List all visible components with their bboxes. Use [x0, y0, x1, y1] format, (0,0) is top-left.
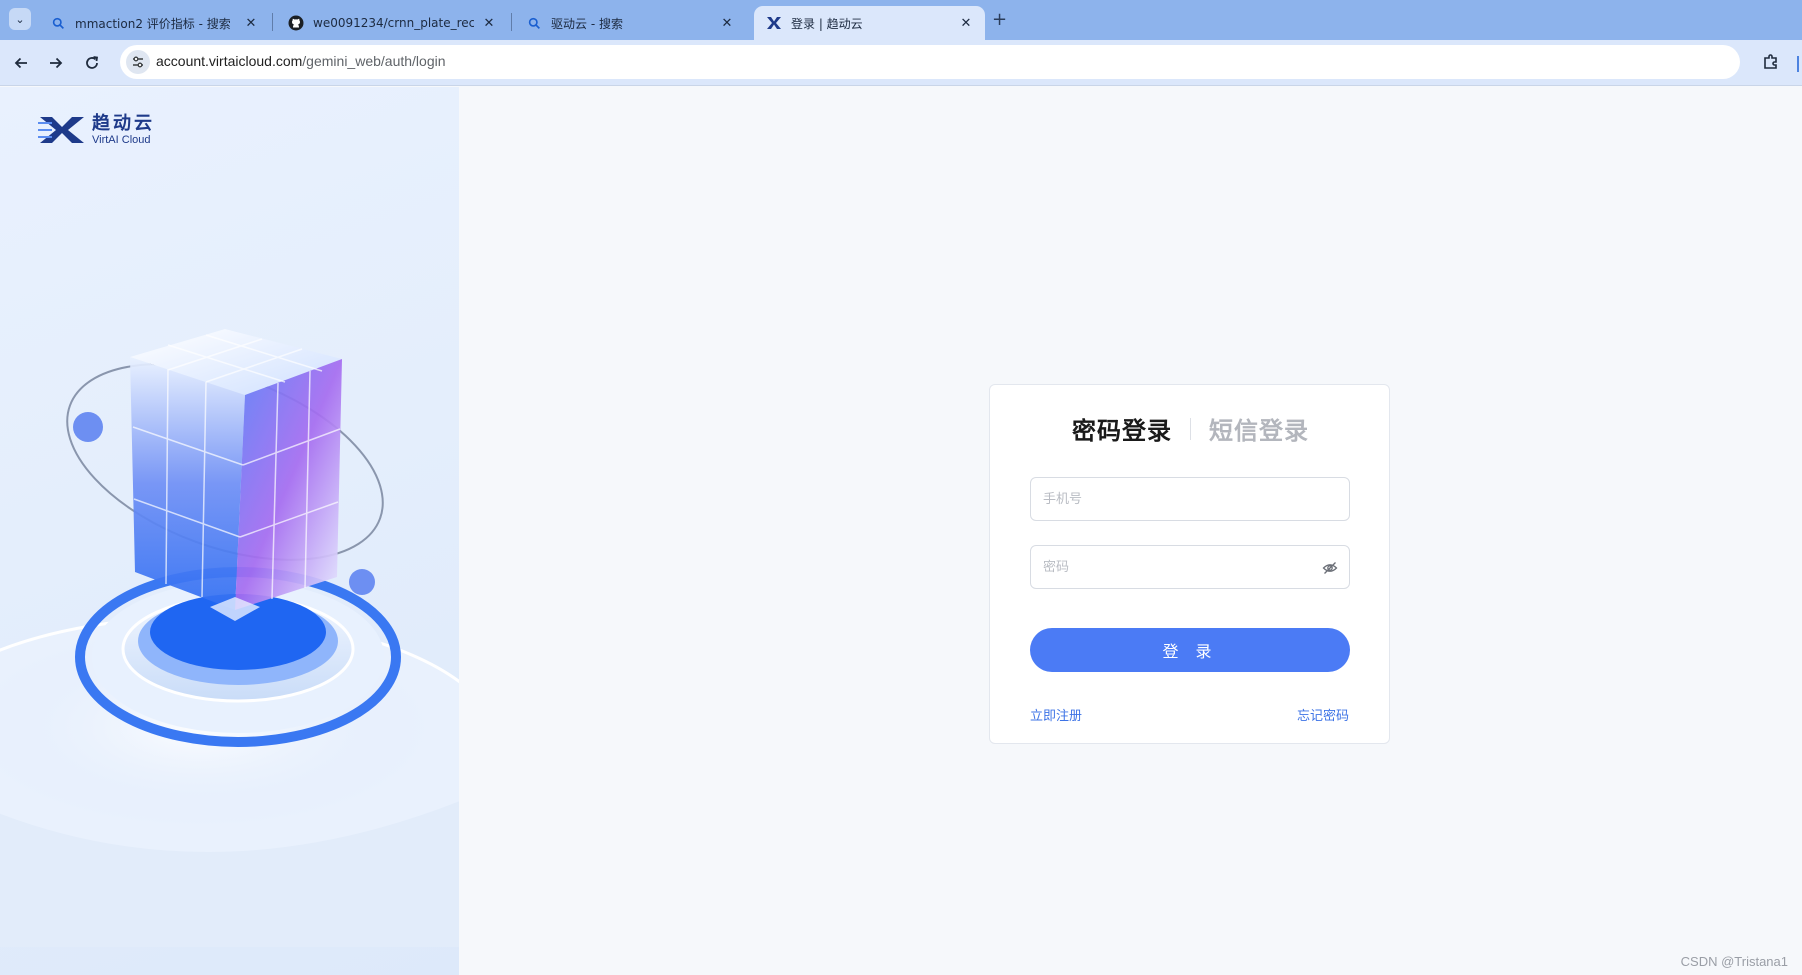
- login-tabs: 密码登录 短信登录: [990, 411, 1391, 446]
- close-icon[interactable]: ✕: [480, 14, 498, 32]
- tab-title: 登录 | 趋动云: [791, 16, 863, 31]
- close-icon[interactable]: ✕: [242, 14, 260, 32]
- url-path: /gemini_web/auth/login: [302, 53, 446, 69]
- tab-divider: [272, 13, 273, 31]
- brand-name-en: VirtAI Cloud: [92, 133, 151, 146]
- tab-title: mmaction2 评价指标 - 搜索: [75, 16, 231, 31]
- forgot-password-link[interactable]: 忘记密码: [1297, 705, 1349, 724]
- tab-mmaction2-search[interactable]: mmaction2 评价指标 - 搜索 ✕: [38, 6, 270, 40]
- tab-sms-login[interactable]: 短信登录: [1209, 411, 1309, 446]
- tab-title: we0091234/crnn_plate_recog: [313, 16, 474, 30]
- phone-input[interactable]: [1031, 478, 1349, 520]
- eye-off-icon[interactable]: [1321, 559, 1339, 577]
- login-page: 趋动云 VirtAI Cloud 密码登录 短信登录 手机号 登 录 立即注册 …: [0, 87, 1802, 975]
- extensions-button[interactable]: [1760, 51, 1782, 73]
- search-icon: [50, 15, 66, 31]
- browser-tabstrip: ⌄ mmaction2 评价指标 - 搜索 ✕ we0091234/crnn_p…: [0, 0, 1802, 40]
- close-icon[interactable]: ✕: [718, 14, 736, 32]
- browser-toolbar: account.virtaicloud.com/gemini_web/auth/…: [0, 40, 1802, 86]
- reload-icon: [86, 56, 99, 69]
- tab-github-repo[interactable]: we0091234/crnn_plate_recog ✕: [276, 6, 508, 40]
- puzzle-icon: [1764, 54, 1777, 69]
- profile-edge: [1797, 56, 1799, 72]
- tab-qudongyun-search[interactable]: 驱动云 - 搜索 ✕: [514, 6, 746, 40]
- arrow-right-icon: [50, 57, 63, 69]
- arrow-left-icon: [14, 57, 27, 69]
- password-input[interactable]: [1031, 546, 1349, 588]
- tab-password-login[interactable]: 密码登录: [1072, 411, 1172, 446]
- search-icon: [526, 15, 542, 31]
- url-text[interactable]: account.virtaicloud.com/gemini_web/auth/…: [156, 53, 446, 69]
- site-info-button[interactable]: [126, 50, 150, 74]
- tab-divider: [511, 13, 512, 31]
- login-button[interactable]: 登 录: [1030, 628, 1350, 672]
- reload-button[interactable]: [80, 51, 104, 75]
- tab-search-button[interactable]: ⌄: [9, 8, 31, 30]
- csdn-watermark: CSDN @Tristana1: [1680, 954, 1788, 969]
- chevron-down-icon: ⌄: [15, 12, 25, 26]
- hero-cube-illustration: [0, 329, 459, 947]
- github-icon: [288, 15, 304, 31]
- phone-field: [1030, 477, 1350, 521]
- forward-button[interactable]: [44, 51, 68, 75]
- login-tab-divider: [1190, 417, 1191, 440]
- virtai-logo-icon: [38, 117, 84, 143]
- tab-login-virtai[interactable]: 登录 | 趋动云 ✕: [754, 6, 985, 40]
- back-button[interactable]: [9, 51, 33, 75]
- new-tab-button[interactable]: +: [992, 9, 1007, 30]
- brand-name-cn: 趋动云: [92, 112, 155, 134]
- tune-icon: [133, 56, 143, 68]
- virtai-logo-icon: [766, 15, 782, 31]
- brand-panel: 趋动云 VirtAI Cloud: [0, 87, 459, 975]
- tab-title: 驱动云 - 搜索: [551, 16, 623, 31]
- password-field: [1030, 545, 1350, 589]
- brand-logo[interactable]: 趋动云 VirtAI Cloud: [38, 113, 155, 147]
- login-card: 密码登录 短信登录 登 录 立即注册 忘记密码: [989, 384, 1390, 744]
- register-link[interactable]: 立即注册: [1030, 705, 1082, 724]
- url-host: account.virtaicloud.com: [156, 53, 303, 69]
- close-icon[interactable]: ✕: [957, 14, 975, 32]
- address-bar[interactable]: account.virtaicloud.com/gemini_web/auth/…: [120, 45, 1740, 79]
